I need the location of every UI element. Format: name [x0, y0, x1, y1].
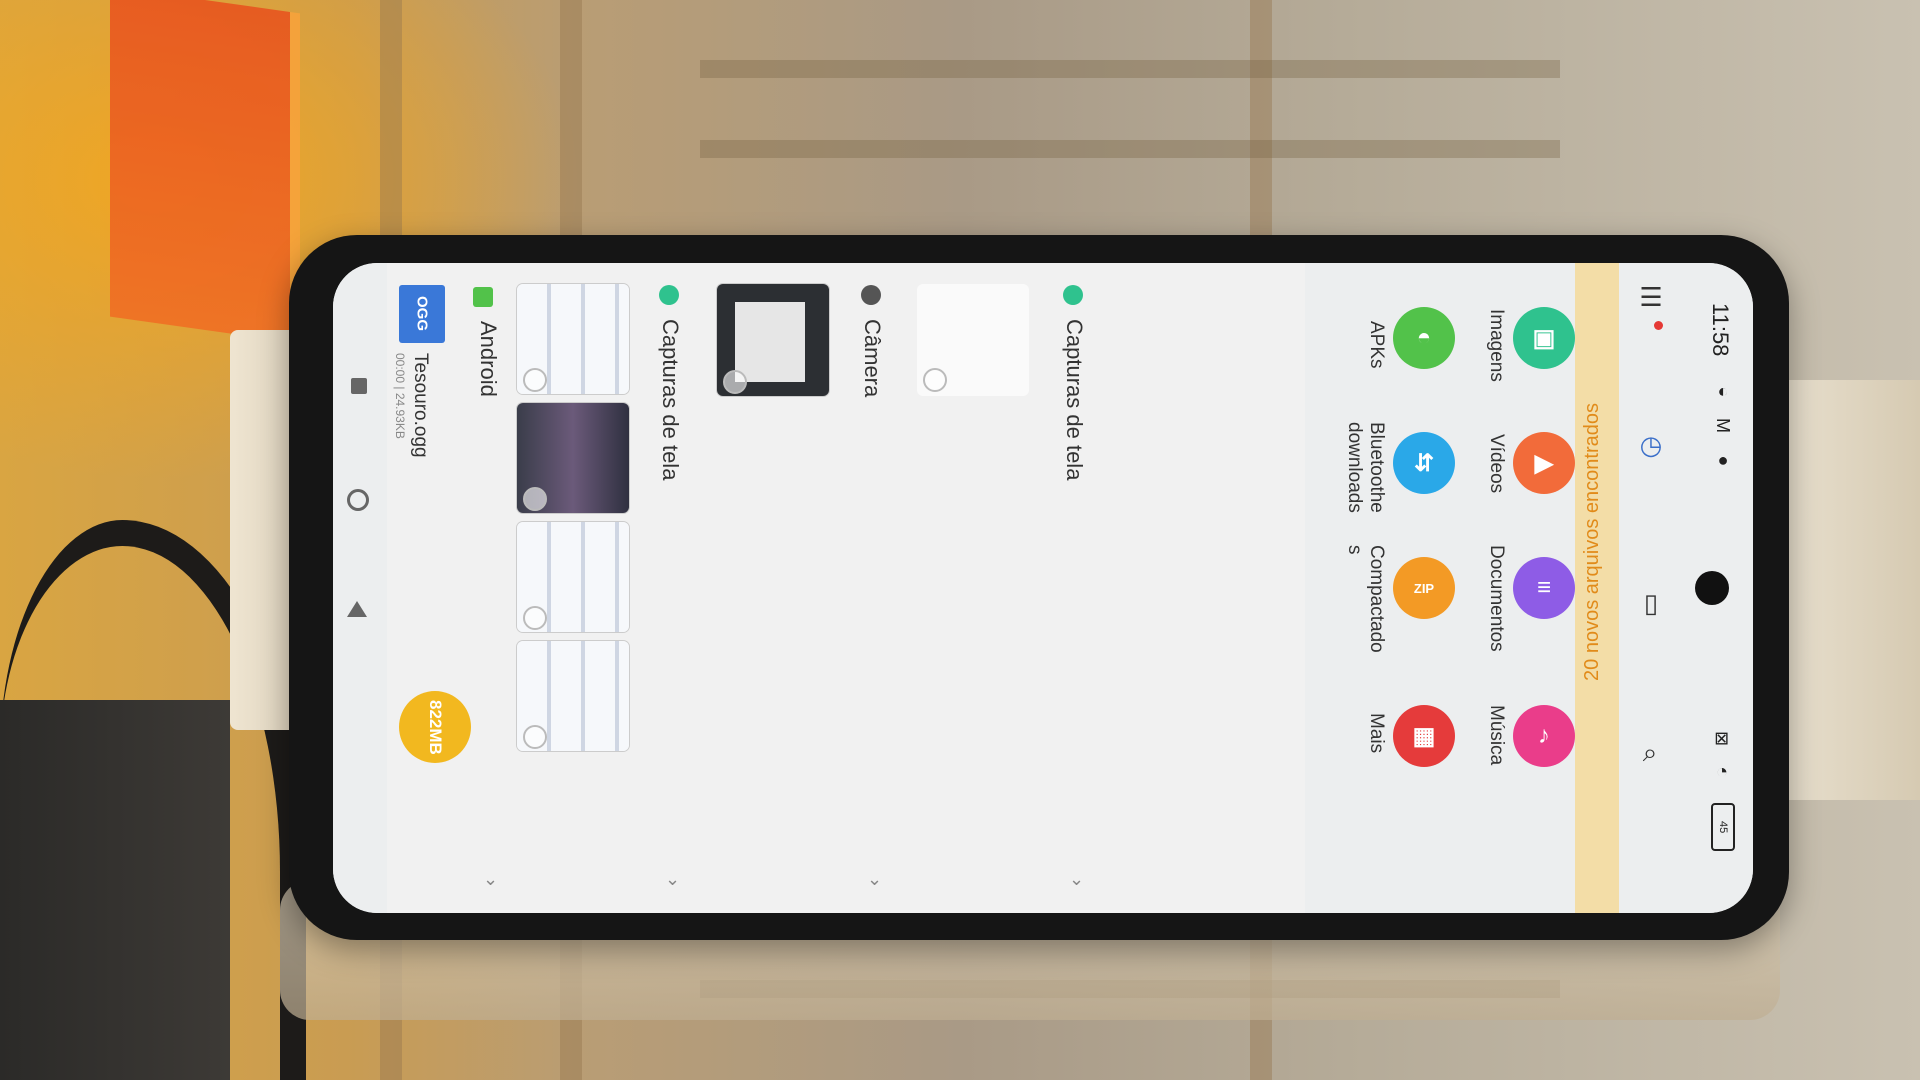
camera-section-icon [861, 285, 881, 305]
orange-box [110, 0, 300, 344]
category-label: Documentos [1486, 545, 1507, 652]
category-label: Imagens [1486, 309, 1507, 382]
phone-screen: 822MB OGG Tesouro.ogg 00:00 | 24.93KB An… [333, 263, 1753, 913]
screenshots-section-icon [1063, 285, 1083, 305]
category-images[interactable]: ▣ Imagens [1455, 283, 1575, 433]
ogg-file-icon: OGG [399, 285, 445, 343]
storage-bubble[interactable]: 822MB [399, 691, 471, 763]
category-apks[interactable]: ◓ APKs [1335, 283, 1455, 433]
zip-icon: ZIP [1393, 557, 1455, 619]
select-circle[interactable] [523, 368, 547, 392]
grid-icon: ▦ [1393, 705, 1455, 767]
dark-block [0, 700, 230, 1080]
screenshot-thumbnail[interactable] [517, 284, 629, 394]
home-button[interactable] [347, 489, 369, 511]
wifi-icon: ◔ [1711, 761, 1733, 783]
chevron-down-icon[interactable]: ⌄ [1069, 869, 1084, 890]
notification-dot [1654, 321, 1663, 330]
phone: 822MB OGG Tesouro.ogg 00:00 | 24.93KB An… [289, 235, 1789, 940]
category-documents[interactable]: ≡ Documentos [1455, 545, 1575, 703]
camera-thumbnail[interactable] [717, 284, 829, 396]
video-icon: ▶ [1513, 432, 1575, 494]
category-label: Bluetoothe downloads [1344, 422, 1387, 513]
category-label: APKs [1366, 321, 1387, 369]
top-toolbar: ☰ ◷ ▯ ⌕ [1619, 263, 1685, 913]
recent-files-area: 822MB OGG Tesouro.ogg 00:00 | 24.93KB An… [387, 263, 1305, 913]
image-icon: ▣ [1513, 307, 1575, 369]
category-compressed[interactable]: ZIP Compactado s [1335, 545, 1455, 703]
ogg-icon-text: OGG [413, 296, 431, 332]
section-title-screenshots: Capturas de tela [1062, 319, 1087, 481]
select-circle[interactable] [523, 606, 547, 630]
android-icon: ◓ [1393, 307, 1455, 369]
camera-photo [735, 302, 805, 382]
navigation-bar [333, 263, 387, 913]
categories-panel: ▣ Imagens ▶ Vídeos ≡ Documentos ♪ Música… [1305, 263, 1575, 913]
category-label: Mais [1366, 713, 1387, 754]
screenshots-section-icon [659, 285, 679, 305]
recents-button[interactable] [351, 378, 367, 394]
select-circle[interactable] [923, 368, 947, 392]
menu-icon[interactable]: ☰ [1636, 283, 1667, 313]
section-title-camera: Câmera [860, 319, 885, 398]
storage-label: 822MB [426, 699, 445, 755]
banner-text: 20 novos arquivos encontrados [1581, 403, 1603, 681]
file-name[interactable]: Tesouro.ogg [409, 353, 431, 458]
file-meta: 00:00 | 24.93KB [393, 353, 407, 439]
chevron-down-icon[interactable]: ⌄ [867, 869, 882, 890]
screenshot-thumbnail[interactable] [517, 522, 629, 632]
wood-frame [700, 140, 1560, 158]
category-label: Vídeos [1486, 434, 1507, 494]
back-button[interactable] [347, 601, 367, 617]
category-label: Compactado s [1344, 545, 1387, 653]
select-circle[interactable] [523, 725, 547, 749]
front-camera [1695, 571, 1729, 605]
sim-icon: ⊠ [1712, 731, 1732, 747]
document-thumbnail[interactable] [917, 284, 1029, 396]
status-time: 11:58 [1708, 303, 1733, 357]
section-title-android: Android [476, 321, 501, 397]
new-files-banner[interactable]: 20 novos arquivos encontrados [1575, 263, 1619, 913]
category-more[interactable]: ▦ Mais [1335, 701, 1455, 851]
android-section-icon [473, 287, 493, 307]
bluetooth-icon: ⇵ [1393, 432, 1455, 494]
document-icon: ≡ [1513, 557, 1575, 619]
search-icon[interactable]: ⌕ [1636, 741, 1667, 767]
chevron-down-icon[interactable]: ⌄ [483, 869, 498, 890]
section-title-screenshots: Capturas de tela [658, 319, 683, 481]
phone-holder-right [1770, 380, 1920, 800]
category-music[interactable]: ♪ Música [1455, 701, 1575, 851]
screenshot-thumbnail[interactable] [517, 641, 629, 751]
status-indicators: ◐ M ● [1713, 381, 1733, 476]
music-icon: ♪ [1513, 705, 1575, 767]
tablet-icon[interactable]: ▯ [1636, 589, 1667, 619]
battery-icon: 45 [1711, 803, 1735, 851]
category-label: Música [1486, 705, 1507, 766]
select-circle[interactable] [523, 487, 547, 511]
chevron-down-icon[interactable]: ⌄ [665, 869, 680, 890]
screenshot-thumbnail[interactable] [517, 403, 629, 513]
wood-frame [700, 60, 1560, 78]
clock-icon[interactable]: ◷ [1636, 431, 1667, 461]
select-circle[interactable] [723, 370, 747, 394]
